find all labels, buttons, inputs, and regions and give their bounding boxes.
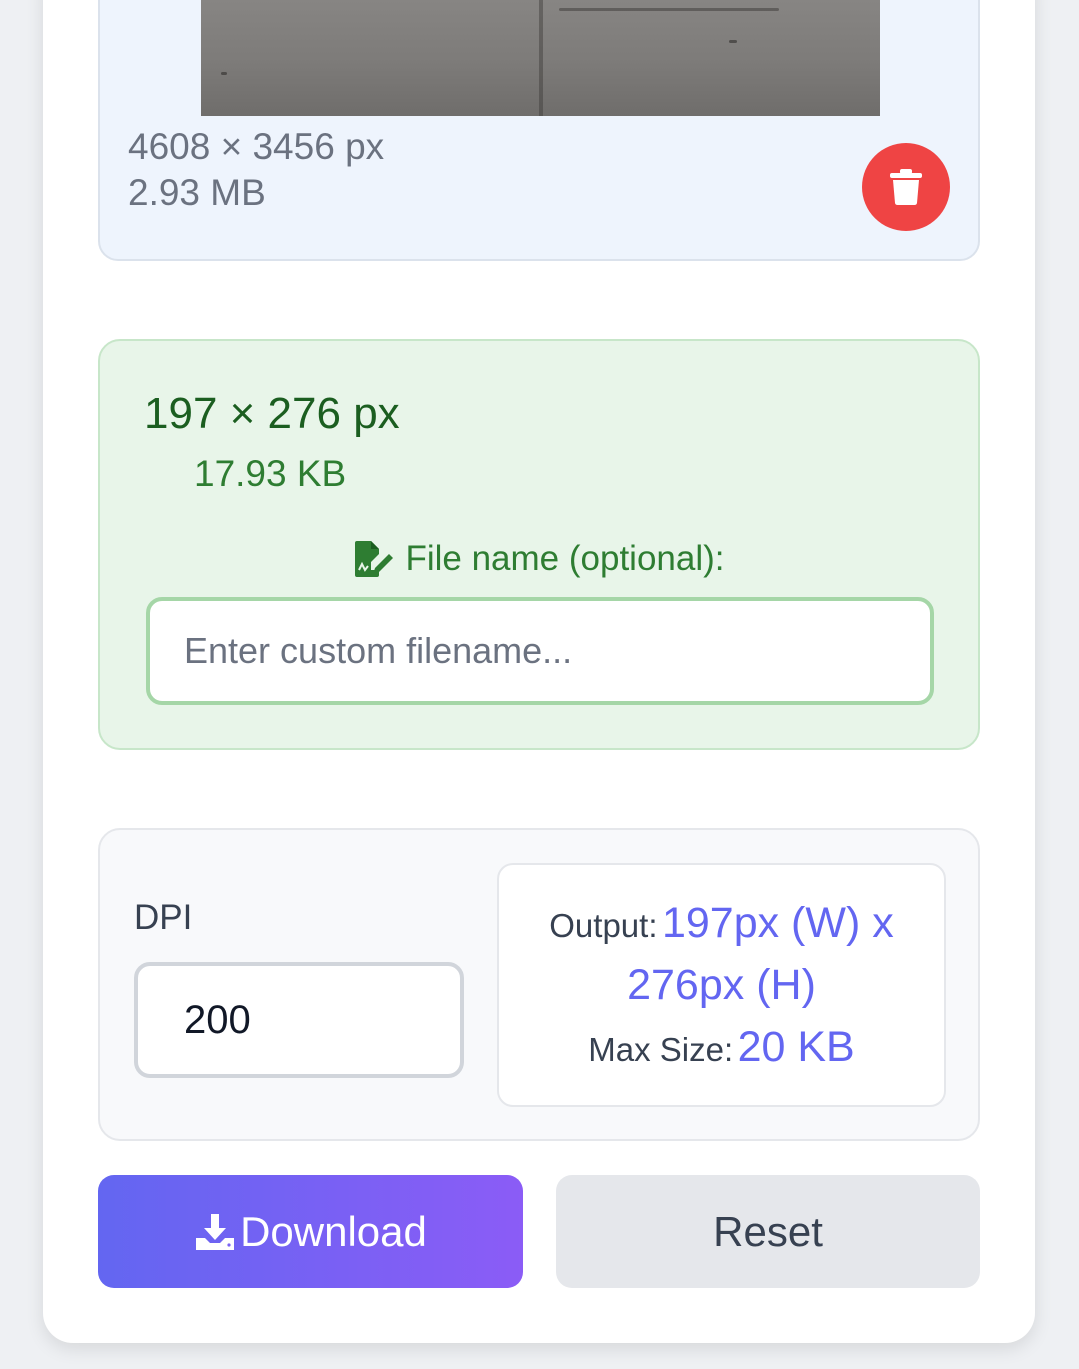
original-image-preview xyxy=(201,0,880,116)
result-dimensions: 197 × 276 px xyxy=(144,389,400,438)
file-signature-icon xyxy=(355,541,394,577)
download-label: Download xyxy=(240,1207,427,1255)
reset-button[interactable]: Reset xyxy=(556,1175,980,1288)
dpi-label: DPI xyxy=(134,898,193,937)
original-image-panel: 4608 × 3456 px 2.93 MB xyxy=(98,0,980,261)
download-icon xyxy=(196,1213,235,1250)
filename-input[interactable] xyxy=(146,597,934,705)
settings-panel: DPI Output: 197px (W) x 276px (H) Max Si… xyxy=(98,828,980,1141)
trash-icon xyxy=(890,169,922,205)
result-panel: 197 × 276 px 17.93 KB File name (optiona… xyxy=(98,339,980,750)
dpi-input[interactable] xyxy=(134,962,464,1078)
output-label: Output: xyxy=(549,907,658,944)
filename-label: File name (optional): xyxy=(100,539,978,579)
output-info-box: Output: 197px (W) x 276px (H) Max Size: … xyxy=(497,863,946,1107)
output-width: 197px (W) x xyxy=(661,899,894,947)
max-size-label: Max Size: xyxy=(588,1031,734,1068)
filename-label-text: File name (optional): xyxy=(405,539,725,578)
original-dimensions: 4608 × 3456 px xyxy=(128,126,385,167)
max-size-value: 20 KB xyxy=(737,1023,855,1071)
reset-label: Reset xyxy=(713,1207,823,1255)
download-button[interactable]: Download xyxy=(98,1175,523,1288)
result-file-size: 17.93 KB xyxy=(194,453,347,494)
output-height: 276px (H) xyxy=(627,961,816,1009)
original-image-info: 4608 × 3456 px 2.93 MB xyxy=(128,124,384,216)
delete-image-button[interactable] xyxy=(862,143,950,231)
original-file-size: 2.93 MB xyxy=(128,172,266,213)
